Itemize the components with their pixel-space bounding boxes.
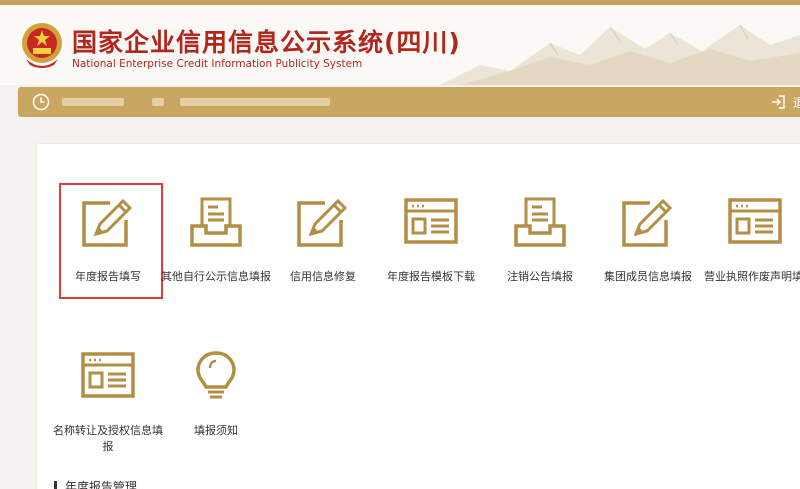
tile-label: 年度报告填写 bbox=[75, 270, 141, 283]
logout-icon[interactable] bbox=[770, 94, 786, 110]
tile-annual-report-template[interactable]: 年度报告模板下载 bbox=[376, 196, 486, 285]
pencil-edit-icon bbox=[622, 198, 673, 247]
tile-group-member-info[interactable]: 集团成员信息填报 bbox=[593, 196, 703, 285]
pencil-edit-icon bbox=[82, 198, 133, 247]
logout-link[interactable]: 退 bbox=[793, 94, 800, 111]
section-title: 年度报告管理 bbox=[54, 481, 137, 489]
redacted-user-info bbox=[152, 98, 164, 106]
inbox-tray-icon bbox=[514, 197, 566, 247]
tile-deregistration-notice[interactable]: 注销公告填报 bbox=[485, 196, 595, 285]
tile-other-self-disclosure[interactable]: 其他自行公示信息填报 bbox=[161, 196, 271, 285]
form-template-icon bbox=[728, 198, 782, 244]
user-info-bar: 退 bbox=[18, 87, 800, 117]
tile-label: 信用信息修复 bbox=[290, 270, 356, 283]
tile-license-void-statement[interactable]: 营业执照作废声明填报 bbox=[690, 196, 800, 285]
pencil-edit-icon bbox=[297, 198, 348, 247]
clock-icon bbox=[32, 93, 50, 111]
redacted-user-info bbox=[62, 98, 124, 106]
site-subtitle: National Enterprise Credit Information P… bbox=[72, 58, 363, 70]
national-emblem-icon bbox=[22, 23, 62, 68]
tile-label: 注销公告填报 bbox=[507, 270, 573, 283]
tile-filing-instructions[interactable]: 填报须知 bbox=[161, 350, 271, 439]
form-template-icon bbox=[404, 198, 458, 244]
tile-label: 集团成员信息填报 bbox=[604, 270, 692, 283]
lightbulb-icon bbox=[196, 351, 236, 399]
tile-label: 填报须知 bbox=[194, 424, 238, 437]
tile-credit-repair[interactable]: 信用信息修复 bbox=[268, 196, 378, 285]
tile-label: 营业执照作废声明填报 bbox=[704, 270, 800, 283]
tile-name-transfer-authorization[interactable]: 名称转让及授权信息填报 bbox=[53, 350, 163, 455]
site-title: 国家企业信用信息公示系统(四川) bbox=[72, 28, 461, 57]
inbox-tray-icon bbox=[190, 197, 242, 247]
mountain-landscape-decoration bbox=[440, 24, 800, 85]
tile-label: 其他自行公示信息填报 bbox=[161, 270, 271, 283]
tile-label: 名称转让及授权信息填报 bbox=[53, 424, 163, 453]
redacted-user-info bbox=[180, 98, 330, 106]
tile-label: 年度报告模板下载 bbox=[387, 270, 475, 283]
tile-annual-report-fill[interactable]: 年度报告填写 bbox=[53, 196, 163, 285]
form-template-icon bbox=[81, 352, 135, 398]
site-header: 国家企业信用信息公示系统(四川) National Enterprise Cre… bbox=[0, 5, 800, 85]
